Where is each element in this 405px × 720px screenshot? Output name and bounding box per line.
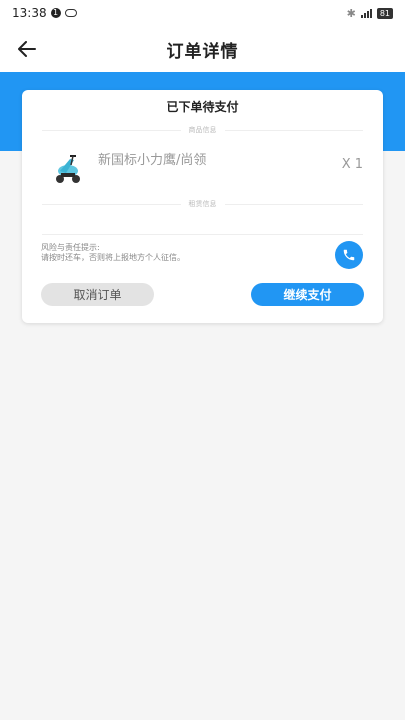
risk-body: 请按时还车，否则将上报地方个人征信。: [41, 253, 185, 262]
status-time: 13:38: [12, 6, 47, 20]
rental-section-label: 租赁信息: [188, 200, 217, 208]
scooter-icon: [56, 155, 80, 183]
phone-icon: [343, 249, 355, 261]
arrow-left-icon: [18, 41, 36, 57]
nav-bar: 订单详情: [0, 26, 405, 72]
risk-notice: 风险与责任提示: 请按时还车，否则将上报地方个人征信。: [41, 243, 185, 263]
back-button[interactable]: [12, 34, 42, 64]
risk-title: 风险与责任提示:: [41, 243, 100, 252]
battery-icon: 81: [376, 7, 393, 19]
product-row: 新国标小力鹰/尚领 X 1: [52, 148, 363, 188]
goods-section-divider: 商品信息: [42, 124, 363, 136]
divider: [42, 234, 363, 235]
notification-badge: 1: [50, 8, 61, 18]
goods-section-label: 商品信息: [188, 126, 217, 134]
bluetooth-icon: ✱: [346, 6, 356, 20]
page-title: 订单详情: [166, 41, 239, 62]
link-icon: [64, 9, 77, 17]
signal-icon: [360, 8, 372, 18]
product-name: 新国标小力鹰/尚领: [98, 152, 207, 168]
order-status-title: 已下单待支付: [166, 100, 239, 114]
rental-section-divider: 租赁信息: [42, 198, 363, 210]
call-button[interactable]: [335, 241, 363, 269]
continue-pay-button[interactable]: 继续支付: [251, 283, 364, 306]
status-bar: 13:38 1 ✱ 81: [0, 0, 405, 26]
cancel-order-button[interactable]: 取消订单: [41, 283, 154, 306]
status-right: ✱ 81: [347, 7, 393, 20]
order-card: 已下单待支付 商品信息 新国标小力鹰/尚领 X 1 租赁信息 风险与责任提示: …: [22, 90, 383, 323]
product-quantity: X 1: [341, 156, 363, 172]
status-left: 13:38 1: [12, 6, 77, 20]
